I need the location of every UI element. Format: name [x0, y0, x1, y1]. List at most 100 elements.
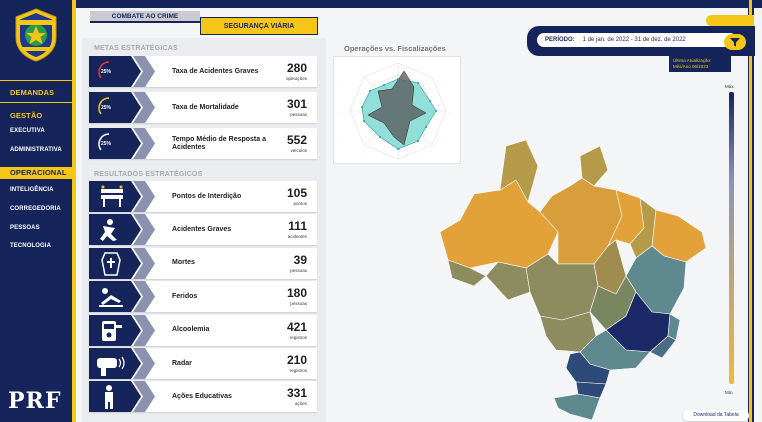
sidebar-item-administrativa[interactable]: ADMINISTRATIVA	[0, 147, 72, 153]
meta-value: 301	[286, 97, 307, 111]
sidebar: DEMANDAS GESTÃO EXECUTIVA ADMINISTRATIVA…	[0, 0, 76, 422]
result-label: Alcoolemia	[172, 326, 210, 334]
result-card[interactable]: Alcoolemia 421 registros	[89, 314, 317, 346]
card-chevron-block	[89, 214, 155, 246]
result-label: Mortes	[172, 259, 195, 267]
sidebar-divider	[0, 80, 72, 81]
meta-percent: 25%	[101, 69, 112, 75]
meta-percent: 25%	[101, 141, 112, 147]
map-region-ro	[485, 261, 531, 301]
result-card[interactable]: Feridos 180 pessoas	[89, 281, 317, 313]
result-label: Acidentes Graves	[172, 225, 232, 233]
sidebar-item-inteligencia[interactable]: INTELIGÊNCIA	[0, 187, 72, 193]
tab-combate-ao-crime[interactable]: COMBATE AO CRIME	[90, 11, 200, 23]
sidebar-item-gestao[interactable]: GESTÃO	[0, 111, 72, 120]
top-bar	[76, 0, 762, 8]
last-update-box: Última Atualização: Mês/Ano 06/2023	[669, 56, 731, 72]
meta-label: Taxa de Mortalidade	[172, 103, 239, 111]
svg-text:· · ·: · · ·	[444, 85, 448, 88]
sidebar-divider	[0, 102, 72, 103]
sidebar-item-operacional[interactable]: OPERACIONAL	[0, 167, 72, 179]
result-value: 105	[286, 186, 307, 200]
meta-unit: pessoas	[290, 112, 307, 117]
svg-text:· · ·: · · ·	[448, 111, 452, 114]
sidebar-accent	[72, 0, 76, 422]
result-label: Pontos de Interdição	[172, 192, 242, 200]
map-color-legend	[729, 92, 734, 384]
resultados-title: RESULTADOS ESTRATÉGICOS	[94, 171, 203, 178]
dashboard: DEMANDAS GESTÃO EXECUTIVA ADMINISTRATIVA…	[0, 0, 762, 422]
card-chevron-block	[89, 128, 155, 159]
sidebar-item-demandas[interactable]: DEMANDAS	[0, 88, 72, 97]
map-region-mt	[525, 253, 599, 321]
last-update-value: Mês/Ano 06/2023	[673, 63, 709, 69]
result-unit: pessoas	[290, 267, 307, 273]
download-table-button[interactable]: Download da Tabela	[683, 410, 749, 421]
metas-title: METAS ESTRATÉGICAS	[94, 45, 178, 52]
period-filter-box: PERÍODO: 1 de jan. de 2022 - 31 de dez. d…	[527, 26, 755, 56]
result-unit: acidentes	[287, 234, 307, 240]
filter-button[interactable]	[724, 34, 746, 50]
map-region-rs	[553, 393, 601, 420]
meta-label: Taxa de Acidentes Graves	[172, 67, 259, 75]
sidebar-item-tecnologia[interactable]: TECNOLOGIA	[0, 243, 72, 249]
map-region-am	[439, 179, 559, 269]
meta-card[interactable]: 25% Taxa de Acidentes Graves 280 operaçõ…	[89, 56, 317, 87]
tab-seguranca-viaria[interactable]: SEGURANÇA VIÁRIA	[200, 17, 318, 35]
sidebar-item-pessoas[interactable]: PESSOAS	[0, 225, 72, 231]
result-card[interactable]: Radar 210 registros	[89, 348, 317, 379]
right-edge-bar	[748, 0, 754, 422]
card-chevron-block	[89, 56, 155, 87]
sidebar-item-corregedoria[interactable]: CORREGEDORIA	[0, 206, 72, 212]
result-unit: pontos	[293, 201, 307, 206]
legend-min-label: Mín.	[725, 390, 734, 395]
card-chevron-block	[89, 247, 155, 279]
meta-unit: veículos	[290, 148, 307, 153]
meta-percent: 25%	[101, 105, 112, 111]
radar-title: Operações vs. Fiscalizações	[344, 44, 446, 53]
svg-text:· · ·: · · ·	[362, 67, 366, 70]
card-chevron-block	[89, 181, 155, 212]
legend-max-label: Máx.	[725, 84, 735, 89]
result-unit: pessoas	[290, 301, 307, 307]
svg-text:· · ·: · · ·	[340, 139, 344, 142]
result-unit: registros	[289, 368, 307, 373]
svg-text:· · ·: · · ·	[418, 155, 422, 158]
svg-text:· · ·: · · ·	[392, 59, 396, 62]
result-value: 180	[286, 286, 307, 301]
meta-value: 280	[286, 61, 307, 75]
result-value: 421	[286, 319, 307, 334]
result-card[interactable]: Acidentes Graves 111 acidentes	[89, 214, 317, 246]
result-value: 331	[286, 386, 307, 401]
result-label: Feridos	[172, 292, 198, 300]
period-value: 1 de jan. de 2022 - 31 de dez. de 2022	[582, 37, 686, 43]
header-accent-pill	[706, 15, 754, 26]
svg-text:· · ·: · · ·	[390, 161, 394, 164]
result-value: 111	[288, 219, 307, 234]
meta-card[interactable]: 25% Tempo Médio de Resposta a Acidentes …	[89, 128, 317, 159]
meta-card[interactable]: 25% Taxa de Mortalidade 301 pessoas	[89, 92, 317, 123]
svg-text:· · ·: · · ·	[340, 85, 344, 88]
meta-label: Tempo Médio de Resposta a Acidentes	[172, 135, 266, 151]
result-card[interactable]: Mortes 39 pessoas	[89, 247, 317, 279]
result-card[interactable]: Pontos de Interdição 105 pontos	[89, 181, 317, 212]
funnel-icon	[730, 38, 740, 47]
brazil-map[interactable]	[430, 136, 720, 420]
result-value: 39	[293, 252, 307, 267]
svg-text:· · ·: · · ·	[362, 155, 366, 158]
result-label: Ações Educativas	[172, 392, 232, 400]
card-chevron-block	[89, 381, 155, 413]
sidebar-item-executiva[interactable]: EXECUTIVA	[0, 128, 72, 134]
map-region-es	[667, 313, 681, 341]
result-value: 210	[286, 353, 307, 367]
card-chevron-block	[89, 348, 155, 379]
period-label: PERÍODO:	[545, 37, 575, 43]
result-label: Radar	[172, 359, 192, 367]
prf-badge-logo	[15, 8, 57, 62]
result-unit: ações	[294, 401, 307, 407]
period-range-field[interactable]: PERÍODO: 1 de jan. de 2022 - 31 de dez. d…	[537, 33, 737, 47]
card-chevron-block	[89, 281, 155, 313]
result-unit: registros	[289, 334, 307, 340]
result-card[interactable]: Ações Educativas 331 ações	[89, 381, 317, 413]
meta-value: 552	[286, 133, 307, 147]
